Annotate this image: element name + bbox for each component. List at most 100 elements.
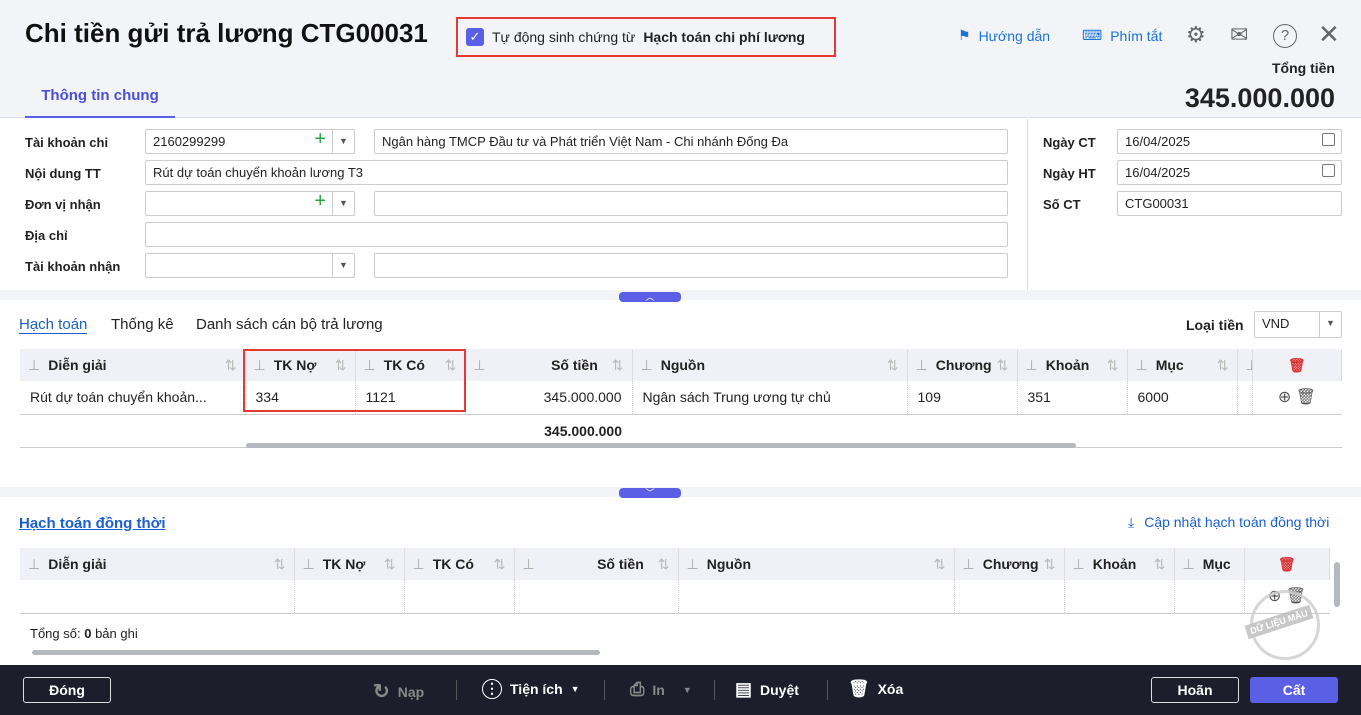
- ngay-ct-value: 16/04/2025: [1125, 134, 1191, 149]
- col-dien-giai[interactable]: ⊥ Diễn giải ⇅: [20, 548, 295, 580]
- delete-all-icon[interactable]: 🗑: [1252, 349, 1342, 381]
- col-so-tien[interactable]: ⊥ Số tiền ⇅: [465, 349, 633, 381]
- auto-generate-checkbox[interactable]: ✓: [466, 28, 484, 46]
- utilities-button[interactable]: ⋮ Tiện ích ▼: [482, 679, 580, 699]
- close-button[interactable]: Đóng: [23, 677, 111, 703]
- currency-value: VND: [1262, 316, 1290, 331]
- total-value: 345.000.000: [1184, 83, 1335, 113]
- printer-icon: ⎙: [630, 679, 645, 699]
- grid-header: ⊥ Diễn giải ⇅ ⊥ TK Nợ ⇅ ⊥ TK Có ⇅ ⊥ Số tiền ⇅ ⊥ N…: [20, 349, 1342, 381]
- don-vi-name-field[interactable]: [374, 191, 1008, 216]
- save-button[interactable]: Cất: [1250, 677, 1338, 703]
- col-muc[interactable]: ⊥ Mục: [1174, 548, 1245, 580]
- plus-icon[interactable]: +: [314, 128, 326, 151]
- row-actions: ⊕ 🗑: [1252, 381, 1342, 415]
- col-dien-giai[interactable]: ⊥ Diễn giải ⇅: [20, 349, 246, 381]
- chevron-down-icon[interactable]: ▼: [1319, 312, 1341, 337]
- cell-chuong[interactable]: 109: [907, 381, 1018, 415]
- ngay-ct-field[interactable]: 16/04/2025: [1117, 129, 1342, 154]
- mail-forward-icon[interactable]: ✉: [1230, 22, 1248, 48]
- horizontal-scrollbar[interactable]: [32, 650, 600, 655]
- accounting-grid: ⊥ Diễn giải ⇅ ⊥ TK Nợ ⇅ ⊥ TK Có ⇅ ⊥ Số tiền ⇅ ⊥ N…: [20, 349, 1342, 448]
- col-muc[interactable]: ⊥ Mục ⇅: [1127, 349, 1238, 381]
- label-tk-nhan: Tài khoản nhận: [25, 259, 121, 274]
- label-ngay-ht: Ngày HT: [1043, 166, 1096, 181]
- tk-nhan-combo[interactable]: ▼: [145, 253, 355, 278]
- keyboard-icon: ⌨: [1082, 27, 1103, 43]
- chevron-down-icon[interactable]: ▼: [332, 130, 354, 153]
- auto-generate-option[interactable]: ✓ Tự động sinh chứng từ Hạch toán chi ph…: [456, 17, 836, 57]
- refresh-icon: ↻: [373, 681, 390, 703]
- cell-so-tien[interactable]: 345.000.000: [465, 381, 633, 415]
- tab-thong-ke[interactable]: Thống kê: [111, 316, 174, 333]
- so-ct-field[interactable]: CTG00031: [1117, 191, 1342, 216]
- close-icon[interactable]: ✕: [1318, 19, 1340, 50]
- noi-dung-field[interactable]: Rút dự toán chuyển khoản lương T3: [145, 160, 1008, 185]
- currency-label: Loại tiền: [1186, 317, 1244, 333]
- ngay-ht-field[interactable]: 16/04/2025: [1117, 160, 1342, 185]
- delete-row-icon[interactable]: 🗑: [1296, 389, 1316, 406]
- tk-nhan-bank-field[interactable]: [374, 253, 1008, 278]
- col-khoan[interactable]: ⊥ Khoản ⇅: [1064, 548, 1175, 580]
- col-so-tien[interactable]: ⊥ Số tiền ⇅: [514, 548, 679, 580]
- delete-all-icon[interactable]: 🗑: [1244, 548, 1330, 580]
- divider: [1027, 119, 1028, 290]
- cell-more: [1237, 381, 1253, 415]
- label-so-ct: Số CT: [1043, 197, 1081, 212]
- label-noi-dung: Nội dung TT: [25, 166, 101, 181]
- calendar-icon[interactable]: [1322, 164, 1335, 177]
- dia-chi-field[interactable]: [145, 222, 1008, 247]
- shortcuts-link[interactable]: ⌨ Phím tắt: [1082, 27, 1162, 44]
- cancel-button[interactable]: Hoãn: [1151, 677, 1239, 703]
- tab-hach-toan[interactable]: Hạch toán: [19, 316, 88, 334]
- update-concurrent-button[interactable]: ⤓ Cập nhật hạch toán đồng thời: [1128, 514, 1329, 531]
- chevron-down-icon[interactable]: ▼: [332, 254, 354, 277]
- col-khoan[interactable]: ⊥ Khoản ⇅: [1017, 349, 1128, 381]
- update-label: Cập nhật hạch toán đồng thời: [1144, 514, 1330, 530]
- total-label: Tổng tiền: [1272, 60, 1335, 76]
- col-nguon[interactable]: ⊥ Nguồn ⇅: [632, 349, 908, 381]
- approve-button[interactable]: ▤ Duyệt: [735, 679, 799, 700]
- guide-link[interactable]: ⚑ Hướng dẫn: [958, 27, 1050, 44]
- help-icon[interactable]: ?: [1273, 24, 1297, 48]
- col-tk-co[interactable]: ⊥ TK Có ⇅: [404, 548, 515, 580]
- col-tk-no[interactable]: ⊥ TK Nợ ⇅: [294, 548, 405, 580]
- collapse-up-button[interactable]: ︿: [619, 292, 681, 302]
- auto-generate-value[interactable]: Hạch toán chi phí lương: [643, 29, 805, 45]
- gear-icon[interactable]: ⚙: [1186, 22, 1206, 48]
- calendar-icon[interactable]: [1322, 133, 1335, 146]
- plus-icon[interactable]: +: [314, 190, 326, 213]
- collapse-down-button[interactable]: ﹀: [619, 488, 681, 498]
- don-vi-combo[interactable]: + ▼: [145, 190, 355, 216]
- concurrent-accounting-title[interactable]: Hạch toán đồng thời: [19, 515, 165, 532]
- tk-chi-bank-field[interactable]: Ngân hàng TMCP Đầu tư và Phát triển Việt…: [374, 129, 1008, 154]
- label-tk-chi: Tài khoản chi: [25, 135, 109, 150]
- reload-button[interactable]: ↻ Nạp: [373, 679, 424, 704]
- tab-general-info[interactable]: Thông tin chung: [25, 85, 175, 118]
- label-don-vi: Đơn vị nhận: [25, 197, 101, 212]
- ngay-ht-value: 16/04/2025: [1125, 165, 1191, 180]
- empty-row: ⊕ 🗑: [20, 580, 1330, 614]
- document-icon: ▤: [735, 679, 753, 699]
- cell-muc[interactable]: 6000: [1127, 381, 1238, 415]
- cell-nguon[interactable]: Ngân sách Trung ương tự chủ: [632, 381, 908, 415]
- shortcuts-label: Phím tắt: [1110, 27, 1163, 44]
- vertical-scrollbar[interactable]: [1334, 562, 1340, 607]
- horizontal-scrollbar[interactable]: [246, 443, 1076, 448]
- col-chuong[interactable]: ⊥ Chương ⇅: [954, 548, 1065, 580]
- col-chuong[interactable]: ⊥ Chương ⇅: [907, 349, 1018, 381]
- cell-khoan[interactable]: 351: [1017, 381, 1128, 415]
- tk-chi-combo[interactable]: 2160299299 + ▼: [145, 128, 355, 154]
- table-row[interactable]: Rút dự toán chuyển khoản... 334 1121 345…: [20, 381, 1342, 415]
- chevron-down-icon[interactable]: ▼: [332, 192, 354, 215]
- divider: [456, 680, 457, 700]
- add-row-icon[interactable]: ⊕: [1278, 389, 1291, 406]
- tab-danh-sach-can-bo[interactable]: Danh sách cán bộ trả lương: [196, 316, 383, 333]
- currency-select[interactable]: VND ▼: [1254, 311, 1342, 338]
- divider: [827, 680, 828, 700]
- delete-button[interactable]: 🗑 Xóa: [848, 679, 903, 699]
- caret-down-icon: ▼: [570, 684, 580, 694]
- cell-dien-giai[interactable]: Rút dự toán chuyển khoản...: [20, 381, 246, 415]
- print-button[interactable]: ⎙ In ▼: [630, 679, 692, 700]
- col-nguon[interactable]: ⊥ Nguồn ⇅: [678, 548, 955, 580]
